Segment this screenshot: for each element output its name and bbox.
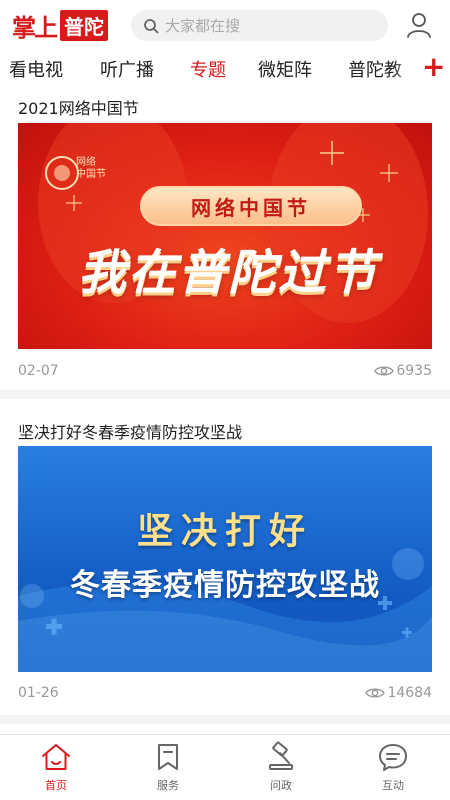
app-logo[interactable]: 掌上 普陀 (12, 9, 108, 42)
card-views: 14684 (365, 685, 432, 701)
tab-fade-overlay (392, 50, 418, 88)
add-channel-button[interactable]: + (418, 51, 446, 83)
feed-card[interactable]: 2021网络中国节 网络 中国节 网络中国节 我在普陀过节 02-07 6935 (0, 88, 450, 390)
nav-inquiry-label: 问政 (270, 779, 292, 792)
card-banner-image[interactable]: 坚决打好 冬春季疫情防控攻坚战 (18, 446, 432, 672)
tab-special-topics[interactable]: 专题 (190, 56, 226, 82)
bookmark-icon (158, 744, 178, 770)
user-profile-icon[interactable] (404, 10, 434, 40)
eye-icon (374, 366, 395, 376)
nav-services[interactable]: 服务 (130, 741, 206, 795)
home-icon (42, 744, 70, 770)
card-banner-image[interactable]: 网络 中国节 网络中国节 我在普陀过节 (18, 123, 432, 349)
nav-interaction-label: 互动 (382, 779, 404, 792)
card-view-count: 14684 (387, 685, 432, 701)
bottom-nav: 首页 服务 问政 互动 (0, 734, 450, 800)
card-title[interactable]: 坚决打好冬春季疫情防控攻坚战 (18, 419, 242, 443)
banner-pill-text: 网络中国节 (191, 195, 311, 220)
nav-interaction[interactable]: 互动 (355, 741, 431, 795)
card-title[interactable]: 2021网络中国节 (18, 95, 139, 119)
search-icon (144, 18, 159, 33)
feed-card-partial (0, 724, 450, 734)
tab-radio[interactable]: 听广播 (100, 56, 154, 82)
nav-services-label: 服务 (157, 779, 179, 792)
banner-pill: 网络中国节 (140, 186, 362, 226)
gavel-icon (269, 741, 293, 770)
search-bar[interactable] (131, 10, 388, 41)
card-views: 6935 (374, 363, 432, 379)
card-date: 02-07 (18, 363, 59, 379)
nav-inquiry[interactable]: 问政 (243, 741, 319, 795)
feed-card[interactable]: 坚决打好冬春季疫情防控攻坚战 坚决打好 冬春季疫情防控攻坚战 01-26 146… (0, 399, 450, 715)
logo-text-part2: 普陀 (60, 9, 108, 41)
banner-headline: 我在普陀过节 (77, 245, 378, 301)
feed-list: 2021网络中国节 网络 中国节 网络中国节 我在普陀过节 02-07 6935… (0, 88, 450, 734)
search-input[interactable] (165, 16, 365, 35)
logo-text-part1: 掌上 (12, 12, 58, 42)
channel-tabs: 看电视 听广播 专题 微矩阵 普陀教 + (0, 50, 450, 88)
nav-home[interactable]: 首页 (18, 741, 94, 795)
tab-tv[interactable]: 看电视 (9, 56, 63, 82)
eye-icon (365, 688, 386, 698)
banner-logo-text: 网络 中国节 (76, 157, 106, 180)
banner-decoration (18, 548, 432, 672)
card-view-count: 6935 (396, 363, 432, 379)
banner-line2: 冬春季疫情防控攻坚战 (70, 568, 380, 603)
chat-icon (379, 744, 407, 771)
app-header: 掌上 普陀 (0, 0, 450, 50)
banner-line1: 坚决打好 (136, 510, 313, 552)
card-date: 01-26 (18, 685, 59, 701)
nav-home-label: 首页 (45, 779, 67, 792)
tab-micro-matrix[interactable]: 微矩阵 (258, 56, 312, 82)
